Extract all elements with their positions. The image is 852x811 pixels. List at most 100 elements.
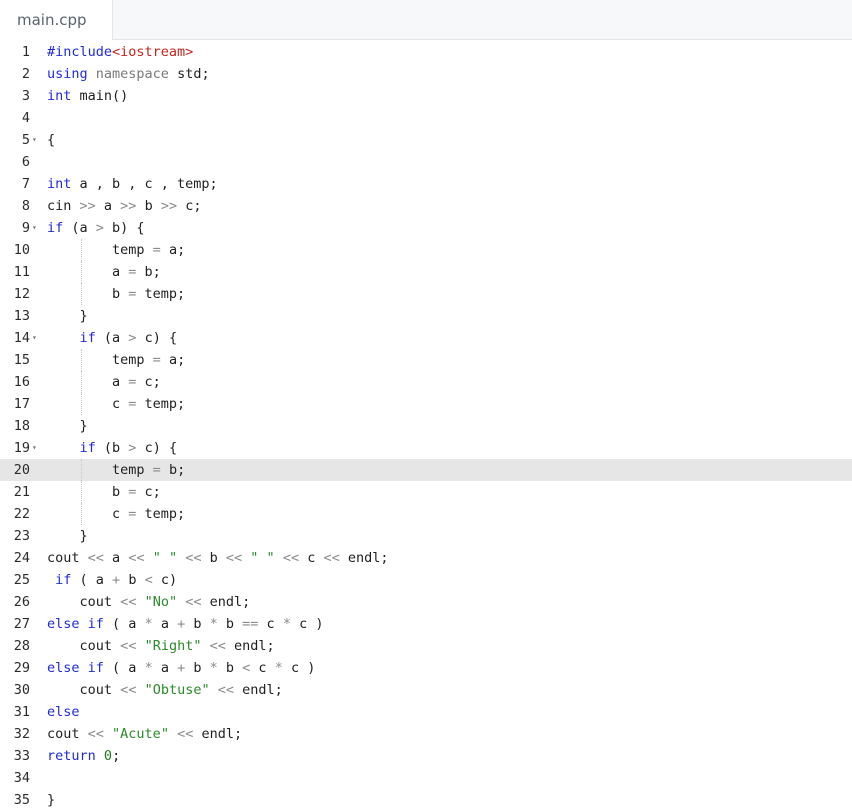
- code-line[interactable]: 25 if ( a + b < c): [0, 569, 852, 591]
- code-line[interactable]: 29 else if ( a * a + b * b < c * c ): [0, 657, 852, 679]
- code-line[interactable]: 16 a = c;: [0, 371, 852, 393]
- code-line[interactable]: 1 #include<iostream>: [0, 41, 852, 63]
- token: endl;: [201, 594, 251, 610]
- token: {: [47, 132, 56, 148]
- token: <<: [209, 638, 226, 654]
- code-text: if (b > c) {: [47, 437, 178, 459]
- token: b: [185, 616, 210, 632]
- code-line[interactable]: 30 cout << "Obtuse" << endl;: [0, 679, 852, 701]
- fold-chevron-icon[interactable]: ▾: [32, 217, 37, 239]
- token: c) {: [136, 440, 178, 456]
- token: c: [47, 396, 129, 412]
- line-number: 32: [13, 726, 30, 742]
- fold-chevron-icon[interactable]: ▾: [32, 129, 37, 151]
- code-line[interactable]: 33 return 0;: [0, 745, 852, 767]
- tab-bar: main.cpp: [0, 0, 852, 40]
- token: >: [95, 220, 104, 236]
- token: endl;: [193, 726, 243, 742]
- line-number: 2: [21, 66, 30, 82]
- code-line[interactable]: 22 c = temp;: [0, 503, 852, 525]
- token: cout: [47, 638, 121, 654]
- token: a: [95, 198, 121, 214]
- token: ( a: [71, 572, 113, 588]
- code-line[interactable]: 13 }: [0, 305, 852, 327]
- code-line[interactable]: 11 a = b;: [0, 261, 852, 283]
- code-line[interactable]: 3 int main(): [0, 85, 852, 107]
- token: >>: [160, 198, 178, 214]
- token: b: [201, 550, 226, 566]
- code-line[interactable]: 34: [0, 767, 852, 789]
- code-line[interactable]: 7 int a , b , c , temp;: [0, 173, 852, 195]
- fold-chevron-icon[interactable]: ▾: [32, 437, 37, 459]
- code-text: cout << a << " " << b << " " << c << end…: [47, 547, 389, 569]
- token: c): [152, 572, 178, 588]
- code-line[interactable]: 17 c = temp;: [0, 393, 852, 415]
- token: using: [47, 66, 88, 82]
- code-line[interactable]: 14 ▾ if (a > c) {: [0, 327, 852, 349]
- token: b: [136, 198, 161, 214]
- token: <<: [87, 550, 104, 566]
- token: c;: [177, 198, 202, 214]
- token: >>: [120, 198, 137, 214]
- line-number: 22: [13, 506, 30, 522]
- code-line[interactable]: 6: [0, 151, 852, 173]
- code-line[interactable]: 15 temp = a;: [0, 349, 852, 371]
- code-text: cin >> a >> b >> c;: [47, 195, 201, 217]
- token: b: [47, 286, 129, 302]
- token: +: [112, 572, 121, 588]
- code-editor[interactable]: 1 #include<iostream> 2 using namespace std;…: [0, 40, 852, 811]
- code-text: int main(): [47, 85, 128, 107]
- line-number: 15: [13, 352, 30, 368]
- token: if: [87, 616, 104, 632]
- code-line[interactable]: 8 cin >> a >> b >> c;: [0, 195, 852, 217]
- code-line[interactable]: 2 using namespace std;: [0, 63, 852, 85]
- token: temp: [47, 352, 153, 368]
- token: +: [177, 616, 186, 632]
- code-line[interactable]: 23 }: [0, 525, 852, 547]
- line-number: 1: [21, 44, 30, 60]
- code-line[interactable]: 18 }: [0, 415, 852, 437]
- code-line[interactable]: 20 temp = b;: [0, 459, 852, 481]
- token: cout: [47, 726, 88, 742]
- code-line[interactable]: 24 cout << a << " " << b << " " << c << e…: [0, 547, 852, 569]
- token: <<: [217, 682, 234, 698]
- line-number: 31: [13, 704, 30, 720]
- tab-main-cpp[interactable]: main.cpp: [0, 0, 113, 40]
- code-line[interactable]: 32 cout << "Acute" << endl;: [0, 723, 852, 745]
- code-line[interactable]: 5 ▾ {: [0, 129, 852, 151]
- token: ( a: [103, 616, 145, 632]
- token: c: [258, 616, 283, 632]
- code-line[interactable]: 9 ▾ if (a > b) {: [0, 217, 852, 239]
- code-text: return 0;: [47, 745, 120, 767]
- code-text: temp = a;: [47, 349, 185, 371]
- code-line[interactable]: 4: [0, 107, 852, 129]
- token: c) {: [136, 330, 178, 346]
- token: temp;: [136, 286, 186, 302]
- code-text: b = c;: [47, 481, 161, 503]
- code-line[interactable]: 31 else: [0, 701, 852, 723]
- token: else: [47, 704, 80, 720]
- code-line[interactable]: 19 ▾ if (b > c) {: [0, 437, 852, 459]
- code-line[interactable]: 27 else if ( a * a + b * b == c * c ): [0, 613, 852, 635]
- token: b;: [160, 462, 186, 478]
- token: b;: [136, 264, 161, 280]
- fold-chevron-icon[interactable]: ▾: [32, 327, 37, 349]
- token: c;: [136, 374, 161, 390]
- token: =: [152, 462, 161, 478]
- code-line[interactable]: 21 b = c;: [0, 481, 852, 503]
- code-line[interactable]: 12 b = temp;: [0, 283, 852, 305]
- code-line[interactable]: 10 temp = a;: [0, 239, 852, 261]
- code-text: a = c;: [47, 371, 161, 393]
- code-line[interactable]: 26 cout << "No" << endl;: [0, 591, 852, 613]
- code-text: a = b;: [47, 261, 161, 283]
- token: #include: [47, 44, 113, 60]
- code-line[interactable]: 28 cout << "Right" << endl;: [0, 635, 852, 657]
- token: "No": [144, 594, 178, 610]
